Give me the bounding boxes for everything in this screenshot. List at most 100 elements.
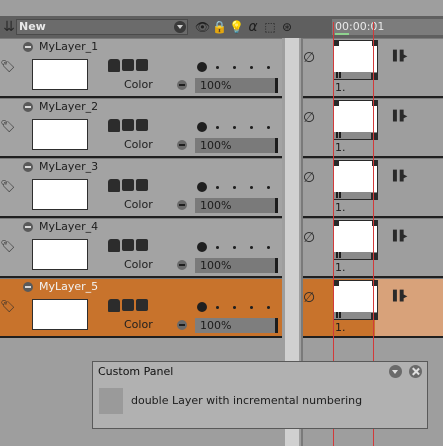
layer-name[interactable]: MyLayer_5 [39,279,98,295]
layer-row[interactable]: MyLayer_3 🏷 Color 100% [0,158,282,218]
layer-row[interactable]: MyLayer_5 🏷 Color 100% [0,278,282,338]
camera-plus-icon[interactable] [136,179,148,191]
light-dot[interactable] [233,306,236,309]
empty-cell-icon[interactable]: ∅ [303,111,317,125]
s-icon[interactable] [122,179,134,191]
s-icon[interactable] [122,119,134,131]
alpha-dot[interactable] [250,246,253,249]
visibility-dot[interactable] [197,302,207,312]
hand-icon[interactable] [108,59,120,72]
clip-handle-icon[interactable] [336,132,341,138]
layer-thumbnail[interactable] [32,59,88,90]
layer-set-dropdown[interactable]: New [16,19,188,35]
visibility-dot[interactable] [197,122,207,132]
opacity-slider[interactable]: 100% [195,138,278,153]
onion-dot[interactable] [267,66,270,69]
panel-close-icon[interactable] [409,365,422,378]
minus-icon[interactable] [177,260,187,270]
play-forward-icon[interactable]: ▐▐▸ [389,231,407,243]
light-dot[interactable] [233,126,236,129]
collapse-all-icon[interactable]: ⇊ [2,18,16,36]
onion-dot[interactable] [267,126,270,129]
lock-dot[interactable] [216,306,219,309]
empty-cell-icon[interactable]: ∅ [303,231,317,245]
visibility-dot[interactable] [197,62,207,72]
hand-icon[interactable] [108,299,120,312]
opacity-slider[interactable]: 100% [195,258,278,273]
layer-thumbnail[interactable] [32,299,88,330]
s-icon[interactable] [122,59,134,71]
onion-dot[interactable] [267,246,270,249]
layer-name[interactable]: MyLayer_1 [39,39,98,55]
layer-collapse-icon[interactable] [23,42,33,52]
timeline-clip[interactable] [333,40,378,80]
layer-thumbnail[interactable] [32,179,88,210]
visibility-dot[interactable] [197,182,207,192]
light-dot[interactable] [233,66,236,69]
visibility-dot[interactable] [197,242,207,252]
alpha-dot[interactable] [250,306,253,309]
layer-thumbnail[interactable] [32,239,88,270]
tag-icon[interactable]: 🏷 [0,239,15,253]
lock-dot[interactable] [216,66,219,69]
opacity-slider[interactable]: 100% [195,318,278,333]
clip-handle-icon[interactable] [336,312,341,318]
hand-icon[interactable] [108,179,120,192]
timeline-clip[interactable] [333,280,378,320]
tag-icon[interactable]: 🏷 [0,299,15,313]
play-forward-icon[interactable]: ▐▐▸ [389,171,407,183]
layer-collapse-icon[interactable] [23,282,33,292]
timecode-display[interactable]: 00:00:01 [332,19,443,35]
play-forward-icon[interactable]: ▐▐▸ [389,51,407,63]
layer-thumbnail[interactable] [32,119,88,150]
onion-dot[interactable] [267,306,270,309]
timeline-clip[interactable] [333,160,378,200]
selection-icon[interactable]: ⬚ [263,19,277,35]
minus-icon[interactable] [177,140,187,150]
layer-row[interactable]: MyLayer_2 🏷 Color 100% [0,98,282,158]
layer-collapse-icon[interactable] [23,222,33,232]
layer-name[interactable]: MyLayer_2 [39,99,98,115]
layer-row[interactable]: MyLayer_4 🏷 Color 100% [0,218,282,278]
s-icon[interactable] [122,239,134,251]
clip-handle-icon[interactable] [336,252,341,258]
opacity-slider[interactable]: 100% [195,198,278,213]
camera-plus-icon[interactable] [136,239,148,251]
lock-icon[interactable]: 🔒 [212,19,227,35]
light-bulb-icon[interactable]: 💡 [229,19,244,35]
light-dot[interactable] [233,246,236,249]
timeline-clip[interactable] [333,220,378,260]
panel-menu-icon[interactable] [389,365,402,378]
layer-name[interactable]: MyLayer_3 [39,159,98,175]
alpha-dot[interactable] [250,186,253,189]
s-icon[interactable] [122,299,134,311]
camera-plus-icon[interactable] [136,119,148,131]
play-forward-icon[interactable]: ▐▐▸ [389,291,407,303]
camera-plus-icon[interactable] [136,59,148,71]
lock-dot[interactable] [216,186,219,189]
hand-icon[interactable] [108,119,120,132]
opacity-slider[interactable]: 100% [195,78,278,93]
onion-dot[interactable] [267,186,270,189]
minus-icon[interactable] [177,80,187,90]
play-forward-icon[interactable]: ▐▐▸ [389,111,407,123]
tag-icon[interactable]: 🏷 [0,59,15,73]
duplicate-layer-button[interactable] [99,388,123,414]
timeline-clip[interactable] [333,100,378,140]
minus-icon[interactable] [177,320,187,330]
duplicate-layer-label[interactable]: double Layer with incremental numbering [131,393,362,409]
camera-plus-icon[interactable] [136,299,148,311]
lock-dot[interactable] [216,246,219,249]
onion-skin-icon[interactable]: ⊛ [280,19,294,35]
empty-cell-icon[interactable]: ∅ [303,291,317,305]
layer-collapse-icon[interactable] [23,102,33,112]
alpha-dot[interactable] [250,66,253,69]
layer-row[interactable]: MyLayer_1 🏷 Color 100% [0,38,282,98]
tag-icon[interactable]: 🏷 [0,179,15,193]
eye-icon[interactable]: 👁 [195,19,210,35]
hand-icon[interactable] [108,239,120,252]
alpha-icon[interactable]: α [246,19,260,35]
alpha-dot[interactable] [250,126,253,129]
layer-collapse-icon[interactable] [23,162,33,172]
tag-icon[interactable]: 🏷 [0,119,15,133]
